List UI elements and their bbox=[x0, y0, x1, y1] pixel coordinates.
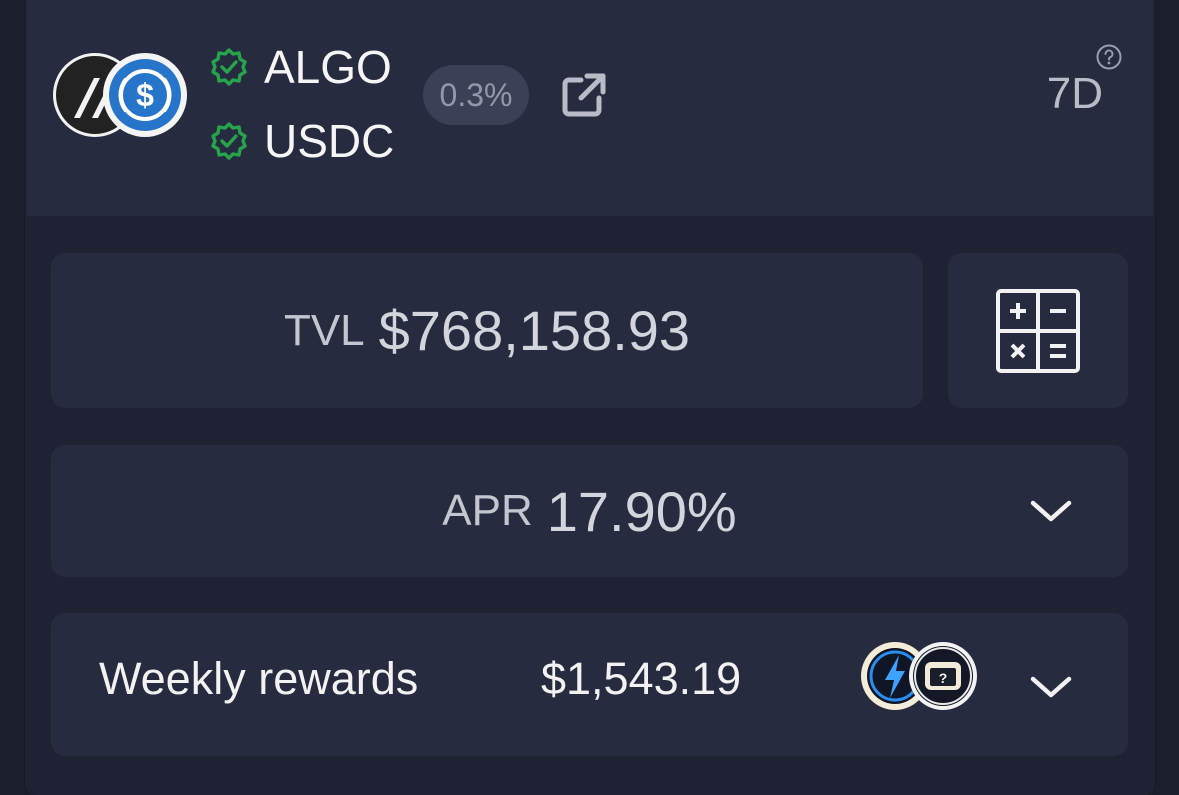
reward-token-icons: ? bbox=[857, 638, 987, 718]
period-selector[interactable]: 7D bbox=[1047, 72, 1103, 116]
verified-icon bbox=[211, 48, 247, 86]
rewards-value: $1,543.19 bbox=[541, 653, 742, 704]
calculator-icon bbox=[996, 289, 1080, 373]
pool-card: $ ALGO USDC 0.3% 7D TVL $768,158.93 APR … bbox=[25, 0, 1155, 795]
fee-badge: 0.3% bbox=[423, 65, 529, 125]
calculator-button[interactable] bbox=[948, 253, 1128, 408]
verified-icon bbox=[211, 122, 247, 160]
tvl-panel: TVL $768,158.93 bbox=[51, 253, 923, 408]
chevron-down-icon[interactable] bbox=[1029, 497, 1073, 525]
rewards-label: Weekly rewards bbox=[99, 653, 419, 704]
pool-header: $ ALGO USDC 0.3% 7D bbox=[27, 0, 1153, 216]
rewards-panel[interactable]: Weekly rewards $1,543.19 ? bbox=[51, 613, 1128, 756]
external-link-icon[interactable] bbox=[557, 70, 609, 122]
token-row-algo: ALGO bbox=[209, 35, 394, 99]
chevron-down-icon[interactable] bbox=[1029, 673, 1073, 701]
usdc-logo-icon: $ bbox=[103, 53, 187, 137]
tvl-label: TVL bbox=[283, 305, 365, 355]
svg-text:$: $ bbox=[136, 77, 154, 113]
token-pair-icons: $ bbox=[53, 53, 193, 143]
token-names: ALGO USDC bbox=[209, 35, 394, 183]
token-symbol: ALGO bbox=[264, 41, 392, 93]
help-icon[interactable] bbox=[1095, 43, 1123, 71]
apr-label: APR bbox=[442, 486, 533, 535]
tvl-value: $768,158.93 bbox=[378, 299, 691, 362]
apr-value: 17.90% bbox=[546, 479, 737, 543]
unknown-token-icon: ? bbox=[909, 642, 977, 710]
svg-text:?: ? bbox=[939, 670, 948, 686]
token-symbol: USDC bbox=[264, 115, 395, 167]
apr-panel[interactable]: APR 17.90% bbox=[51, 445, 1128, 577]
token-row-usdc: USDC bbox=[209, 109, 394, 173]
